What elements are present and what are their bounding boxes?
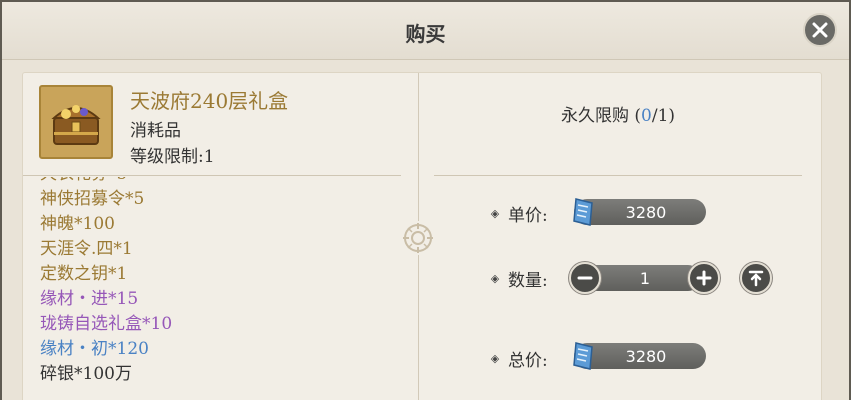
quantity-row-label: ◈ 数量: bbox=[488, 266, 548, 291]
right-separator bbox=[434, 175, 802, 176]
limit-bought: 0 bbox=[641, 106, 652, 126]
reward-item: 天衣礼券*5 bbox=[40, 177, 400, 187]
quantity-label: 数量: bbox=[508, 271, 548, 291]
reward-item: 天涯令.四*1 bbox=[40, 239, 133, 259]
ticket-currency-icon bbox=[570, 341, 596, 371]
increase-button[interactable] bbox=[688, 262, 720, 294]
decrease-button[interactable] bbox=[569, 262, 601, 294]
plus-icon bbox=[696, 270, 712, 286]
item-level-limit: 等级限制:1 bbox=[130, 147, 215, 167]
reward-item: 神侠招募令*5 bbox=[40, 189, 145, 209]
close-button[interactable] bbox=[803, 13, 837, 47]
reward-item: 珑铸自选礼盒*10 bbox=[40, 314, 173, 334]
ornament-icon bbox=[401, 221, 435, 255]
max-quantity-button[interactable] bbox=[740, 262, 772, 294]
purchase-dialog: 购买 天波府240层礼盒 消耗品 等级限制:1 神侠招募令*5 神魄*100 天… bbox=[0, 0, 851, 400]
treasure-chest-icon bbox=[51, 105, 101, 145]
reward-item: 神魄*100 bbox=[40, 214, 115, 234]
close-icon bbox=[812, 22, 828, 38]
reward-item: 缘材・进*15 bbox=[40, 289, 139, 309]
reward-item: 碎银*100万 bbox=[40, 364, 132, 384]
total-price-row-label: ◈ 总价: bbox=[488, 346, 548, 371]
dialog-titlebar: 购买 bbox=[2, 2, 849, 60]
item-icon-frame bbox=[39, 85, 113, 159]
reward-item: 缘材・初*120 bbox=[40, 339, 149, 359]
diamond-bullet-icon: ◈ bbox=[490, 207, 500, 220]
reward-list[interactable]: 天衣礼券*5 神侠招募令*5 神魄*100 天涯令.四*1 定数之钥*1 缘材・… bbox=[40, 177, 400, 400]
ticket-currency-icon bbox=[570, 197, 596, 227]
item-name: 天波府240层礼盒 bbox=[130, 89, 289, 113]
minus-icon bbox=[577, 276, 593, 280]
unit-price-row-label: ◈ 单价: bbox=[488, 201, 548, 226]
left-separator bbox=[23, 175, 401, 176]
total-price-label: 总价: bbox=[508, 351, 548, 371]
dialog-title: 购买 bbox=[405, 22, 446, 46]
limit-total: 1 bbox=[657, 106, 669, 126]
max-arrow-up-icon bbox=[748, 270, 764, 287]
limit-suffix: ) bbox=[668, 106, 676, 126]
quantity-value[interactable]: 1 bbox=[605, 265, 685, 291]
limit-prefix: 永久限购 ( bbox=[560, 106, 641, 126]
reward-item: 定数之钥*1 bbox=[40, 264, 128, 284]
unit-price-label: 单价: bbox=[508, 206, 548, 226]
diamond-bullet-icon: ◈ bbox=[490, 272, 500, 285]
diamond-bullet-icon: ◈ bbox=[490, 352, 500, 365]
purchase-limit: 永久限购 (0/1) bbox=[434, 101, 802, 126]
item-type: 消耗品 bbox=[130, 121, 181, 141]
